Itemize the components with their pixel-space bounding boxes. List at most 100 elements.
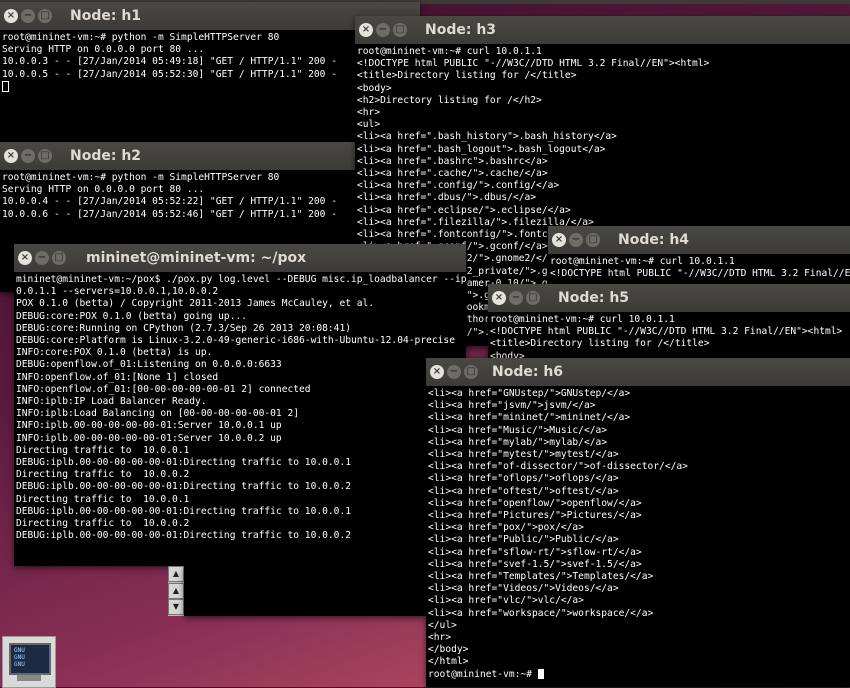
terminal-launcher-icon[interactable]: GNU GNU GNU bbox=[2, 636, 56, 688]
window-controls: × − □ bbox=[492, 291, 540, 305]
close-icon[interactable]: × bbox=[4, 9, 18, 23]
terminal-line: </html> bbox=[428, 656, 469, 668]
close-icon[interactable]: × bbox=[552, 233, 566, 247]
window-title: Node: h1 bbox=[70, 8, 142, 24]
terminal-line: INFO:openflow.of_01:[None 1] closed bbox=[16, 371, 219, 383]
terminal-line: </ul> bbox=[428, 619, 457, 631]
maximize-icon[interactable]: □ bbox=[38, 149, 52, 163]
terminal-line: <li><a href="svef-1.5/">svef-1.5/</a> bbox=[428, 558, 642, 570]
close-icon[interactable]: × bbox=[430, 365, 444, 379]
scrollbar[interactable]: ▲ ▲ ▼ bbox=[168, 566, 184, 616]
terminal-output[interactable]: root@mininet-vm:~# curl 10.0.1.1 <!DOCTYP… bbox=[548, 254, 850, 280]
terminal-line: <li><a href="oftest/">oftest/</a> bbox=[428, 485, 619, 497]
terminal-line: <li><a href="vlc/">vlc/</a> bbox=[428, 595, 584, 607]
terminal-line: <li><a href="of-dissector/">of-dissector… bbox=[428, 461, 688, 473]
minimize-icon[interactable]: − bbox=[376, 23, 390, 37]
terminal-line: <hr> bbox=[357, 107, 381, 119]
terminal-line: <li><a href="Pictures/">Pictures/</a> bbox=[428, 510, 642, 522]
terminal-line: INFO:iplb:IP Load Balancer Ready. bbox=[16, 396, 207, 408]
terminal-line: <li><a href="Music/">Music/</a> bbox=[428, 424, 608, 436]
scroll-up-icon[interactable]: ▲ bbox=[168, 583, 184, 599]
minimize-icon[interactable]: − bbox=[21, 149, 35, 163]
minimize-icon[interactable]: − bbox=[447, 365, 461, 379]
terminal-line: <li><a href="workspace/">workspace/</a> bbox=[428, 607, 654, 619]
terminal-line: <li><a href=".cache/">.cache/</a> bbox=[357, 168, 548, 180]
terminal-window-background bbox=[184, 566, 428, 616]
monitor-stand bbox=[17, 675, 41, 681]
terminal-line: <!DOCTYPE html PUBLIC "-//W3C//DTD HTML … bbox=[490, 326, 843, 338]
text-cursor bbox=[537, 668, 544, 679]
terminal-line: <li><a href="oflops/">oflops/</a> bbox=[428, 473, 619, 485]
terminal-line: POX 0.1.0 (betta) / Copyright 2011-2013 … bbox=[16, 298, 375, 310]
terminal-line: Directing traffic to 10.0.0.1 bbox=[16, 444, 190, 456]
terminal-line: <li><a href=".dbus/">.dbus/</a> bbox=[357, 192, 537, 204]
close-icon[interactable]: × bbox=[492, 291, 506, 305]
terminal-prompt-line: root@mininet-vm:~# bbox=[428, 668, 850, 681]
window-title: Node: h6 bbox=[492, 364, 564, 380]
close-icon[interactable]: × bbox=[359, 23, 373, 37]
terminal-window-pox[interactable]: × − □ mininet@mininet-vm: ~/pox mininet@… bbox=[14, 244, 466, 566]
minimize-icon[interactable]: − bbox=[35, 251, 49, 265]
terminal-line: DEBUG:core:Platform is Linux-3.2.0-49-ge… bbox=[16, 335, 455, 347]
terminal-line: DEBUG:iplb.00-00-00-00-00-01:Directing t… bbox=[16, 505, 352, 517]
terminal-line: <li><a href=".bash_logout">.bash_logout<… bbox=[357, 143, 606, 155]
maximize-icon[interactable]: □ bbox=[526, 291, 540, 305]
window-titlebar[interactable]: × − □ Node: h4 bbox=[548, 226, 850, 254]
window-title: Node: h4 bbox=[618, 232, 690, 248]
text-cursor bbox=[2, 80, 9, 92]
minimize-icon[interactable]: − bbox=[569, 233, 583, 247]
minimize-icon[interactable]: − bbox=[509, 291, 523, 305]
terminal-line: <li><a href="Public/">Public/</a> bbox=[428, 534, 619, 546]
maximize-icon[interactable]: □ bbox=[38, 9, 52, 23]
terminal-line: <li><a href="pox/">pox/</a> bbox=[428, 522, 584, 534]
window-titlebar[interactable]: × − □ Node: h6 bbox=[426, 358, 850, 386]
window-title: Node: h3 bbox=[425, 22, 497, 38]
terminal-output[interactable]: root@mininet-vm:~# curl 10.0.1.1 <!DOCTYP… bbox=[488, 312, 850, 363]
maximize-icon[interactable]: □ bbox=[464, 365, 478, 379]
terminal-line: Directing traffic to 10.0.0.2 bbox=[16, 518, 190, 530]
terminal-line: INFO:iplb:Load Balancing on [00-00-00-00… bbox=[16, 408, 300, 420]
shell-prompt: root@mininet-vm:~# bbox=[428, 668, 538, 680]
terminal-line: root@mininet-vm:~# curl 10.0.1.1 bbox=[550, 256, 735, 267]
close-icon[interactable]: × bbox=[4, 149, 18, 163]
terminal-line: <li><a href="sflow-rt/">sflow-rt/</a> bbox=[428, 546, 642, 558]
terminal-line: INFO:openflow.of_01:[00-00-00-00-00-01 2… bbox=[16, 383, 311, 395]
maximize-icon[interactable]: □ bbox=[52, 251, 66, 265]
window-title: Node: h2 bbox=[70, 148, 142, 164]
terminal-line: <li><a href="jsvm/">jsvm/</a> bbox=[428, 400, 596, 412]
window-titlebar[interactable]: × − □ Node: h3 bbox=[355, 16, 850, 44]
terminal-line: <title>Directory listing for /</title> bbox=[357, 70, 577, 82]
scroll-down-icon[interactable]: ▼ bbox=[168, 599, 184, 615]
window-title: mininet@mininet-vm: ~/pox bbox=[86, 250, 307, 266]
window-titlebar[interactable]: × − □ mininet@mininet-vm: ~/pox bbox=[14, 244, 466, 272]
window-controls: × − □ bbox=[4, 9, 52, 23]
close-icon[interactable]: × bbox=[18, 251, 32, 265]
terminal-output[interactable]: <li><a href="GNUstep/">GNUstep/</a> <li><… bbox=[426, 386, 850, 681]
scroll-up-icon[interactable]: ▲ bbox=[168, 566, 184, 582]
terminal-line: <li><a href="mininet/">mininet/</a> bbox=[428, 412, 631, 424]
window-controls: × − □ bbox=[359, 23, 407, 37]
terminal-line: <li><a href="GNUstep/">GNUstep/</a> bbox=[428, 388, 631, 399]
terminal-line: DEBUG:iplb.00-00-00-00-00-01:Directing t… bbox=[16, 530, 352, 542]
terminal-output[interactable]: mininet@mininet-vm:~/pox$ ./pox.py log.l… bbox=[14, 272, 466, 542]
terminal-window-h6[interactable]: × − □ Node: h6 <li><a href="GNUstep/">GN… bbox=[426, 358, 850, 687]
terminal-line: <!DOCTYPE html PUBLIC "-//W3C//DTD HTML … bbox=[357, 58, 710, 70]
terminal-line: <li><a href="mylab/">mylab/</a> bbox=[428, 436, 608, 448]
icon-label: GNU bbox=[14, 647, 25, 654]
icon-label: GNU bbox=[14, 661, 25, 668]
terminal-line: DEBUG:core:POX 0.1.0 (betta) going up... bbox=[16, 310, 248, 322]
terminal-line: <li><a href="openflow/">openflow/</a> bbox=[428, 497, 642, 509]
monitor-icon: GNU GNU GNU bbox=[9, 643, 51, 675]
window-titlebar[interactable]: × − □ Node: h5 bbox=[488, 284, 850, 312]
window-controls: × − □ bbox=[4, 149, 52, 163]
maximize-icon[interactable]: □ bbox=[393, 23, 407, 37]
terminal-line: <li><a href="Videos/">Videos/</a> bbox=[428, 583, 619, 595]
terminal-line: <li><a href=".bash_history">.bash_histor… bbox=[357, 131, 617, 143]
terminal-line: <!DOCTYPE html PUBLIC "-//W3C//DTD HTML … bbox=[550, 268, 850, 280]
window-controls: × − □ bbox=[552, 233, 600, 247]
minimize-icon[interactable]: − bbox=[21, 9, 35, 23]
terminal-line: DEBUG:iplb.00-00-00-00-00-01:Directing t… bbox=[16, 457, 352, 469]
maximize-icon[interactable]: □ bbox=[586, 233, 600, 247]
terminal-line: Directing traffic to 10.0.0.2 bbox=[16, 469, 190, 481]
terminal-line: <li><a href="mytest/">mytest/</a> bbox=[428, 449, 619, 461]
